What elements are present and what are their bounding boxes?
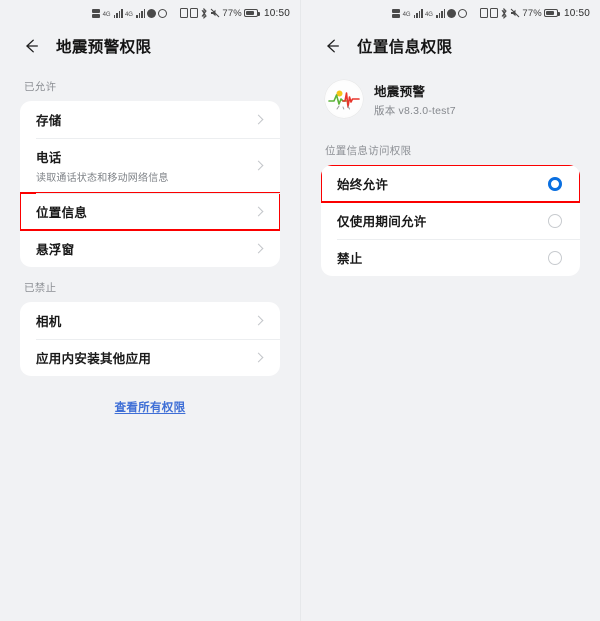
chevron-right-icon [253,352,264,363]
chevron-right-icon [253,160,264,171]
nfc-icon [480,8,489,18]
signal-bars-icon-2 [435,8,446,18]
permission-row-phone[interactable]: 电话 读取通话状态和移动网络信息 [20,138,280,193]
circle-icon [147,8,157,18]
alarm-icon [490,8,499,18]
option-label: 仅使用期间允许 [337,215,427,229]
network-type-label-1: 4G [402,11,411,18]
page-title: 位置信息权限 [357,39,453,56]
status-bar-right: 4G 4G 77% 10:50 [301,0,600,26]
permission-title: 存储 [36,114,62,128]
permission-row-storage[interactable]: 存储 [20,101,280,138]
network-type-label-1: 4G [102,11,111,18]
permission-row-install-apps[interactable]: 应用内安装其他应用 [20,339,280,376]
right-header: 位置信息权限 [301,26,600,66]
left-phone-screen: 4G 4G 77% 10:50 地震预警权限 已允许 存储 电话 读取通话状态和… [0,0,300,621]
back-arrow-icon[interactable] [22,37,40,55]
permission-row-floating-window[interactable]: 悬浮窗 [20,230,280,267]
section-label-allowed: 已允许 [24,81,57,93]
alarm-icon [190,8,199,18]
globe-icon [158,8,168,18]
chevron-right-icon [253,243,264,254]
page-title: 地震预警权限 [56,39,152,56]
left-header: 地震预警权限 [0,26,300,66]
bluetooth-icon [501,7,508,19]
status-bar-carrier-icons: 4G 4G [91,8,168,18]
option-label: 禁止 [337,252,363,266]
network-type-label-2: 4G [424,11,433,18]
status-bar-system-icons: 77% 10:50 [180,7,290,19]
permission-title: 应用内安装其他应用 [36,352,152,366]
permission-subtitle: 读取通话状态和移动网络信息 [36,173,169,184]
sim-dual-signal-icon [91,8,100,18]
mute-icon [210,8,220,18]
radio-button[interactable] [548,250,562,265]
option-row-while-in-use[interactable]: 仅使用期间允许 [321,202,580,239]
radio-button-selected[interactable] [548,176,562,191]
permission-row-location[interactable]: 位置信息 [20,192,280,231]
battery-percent-label: 77% [222,7,242,19]
clock-label: 10:50 [263,7,290,19]
chevron-right-icon [253,315,264,326]
permission-title: 悬浮窗 [36,243,75,257]
section-label-denied: 已禁止 [24,282,57,294]
location-permission-options-card: 始终允许 仅使用期间允许 禁止 [321,165,580,276]
earthquake-warning-app-icon [325,80,363,118]
chevron-right-icon [253,114,264,125]
app-version-label: 版本 v8.3.0-test7 [374,104,456,117]
right-phone-screen: 4G 4G 77% 10:50 位置信息权限 地震预警 版本 v8.3.0-te… [300,0,600,621]
bluetooth-icon [201,7,208,19]
signal-bars-icon-1 [113,8,123,18]
option-row-deny[interactable]: 禁止 [321,239,580,276]
status-bar-carrier-icons: 4G 4G [391,8,468,18]
sim-dual-signal-icon [391,8,400,18]
radio-button[interactable] [548,213,562,228]
chevron-right-icon [253,206,264,217]
option-row-always-allow[interactable]: 始终允许 [321,165,580,203]
permission-row-camera[interactable]: 相机 [20,302,280,339]
battery-percent-label: 77% [522,7,542,19]
all-permissions-link-wrap: 查看所有权限 [0,376,300,416]
status-bar-left: 4G 4G 77% 10:50 [0,0,300,26]
view-all-permissions-link[interactable]: 查看所有权限 [115,402,186,414]
app-info-row: 地震预警 版本 v8.3.0-test7 [301,66,600,130]
permission-title: 位置信息 [36,206,88,220]
permission-title: 电话 [36,151,62,165]
battery-icon [543,9,560,17]
back-arrow-icon[interactable] [323,37,341,55]
circle-icon [447,8,457,18]
allowed-permissions-card: 存储 电话 读取通话状态和移动网络信息 位置信息 悬浮窗 [20,101,280,267]
clock-label: 10:50 [563,7,590,19]
battery-icon [243,9,260,17]
mute-icon [510,8,520,18]
globe-icon [458,8,468,18]
status-bar-system-icons: 77% 10:50 [480,7,590,19]
app-name-label: 地震预警 [374,84,426,99]
option-label: 始终允许 [337,178,389,192]
denied-permissions-card: 相机 应用内安装其他应用 [20,302,280,376]
signal-bars-icon-1 [413,8,423,18]
signal-bars-icon-2 [135,8,146,18]
nfc-icon [180,8,189,18]
network-type-label-2: 4G [124,11,133,18]
section-label-location-access: 位置信息访问权限 [325,145,412,157]
permission-title: 相机 [36,315,62,329]
